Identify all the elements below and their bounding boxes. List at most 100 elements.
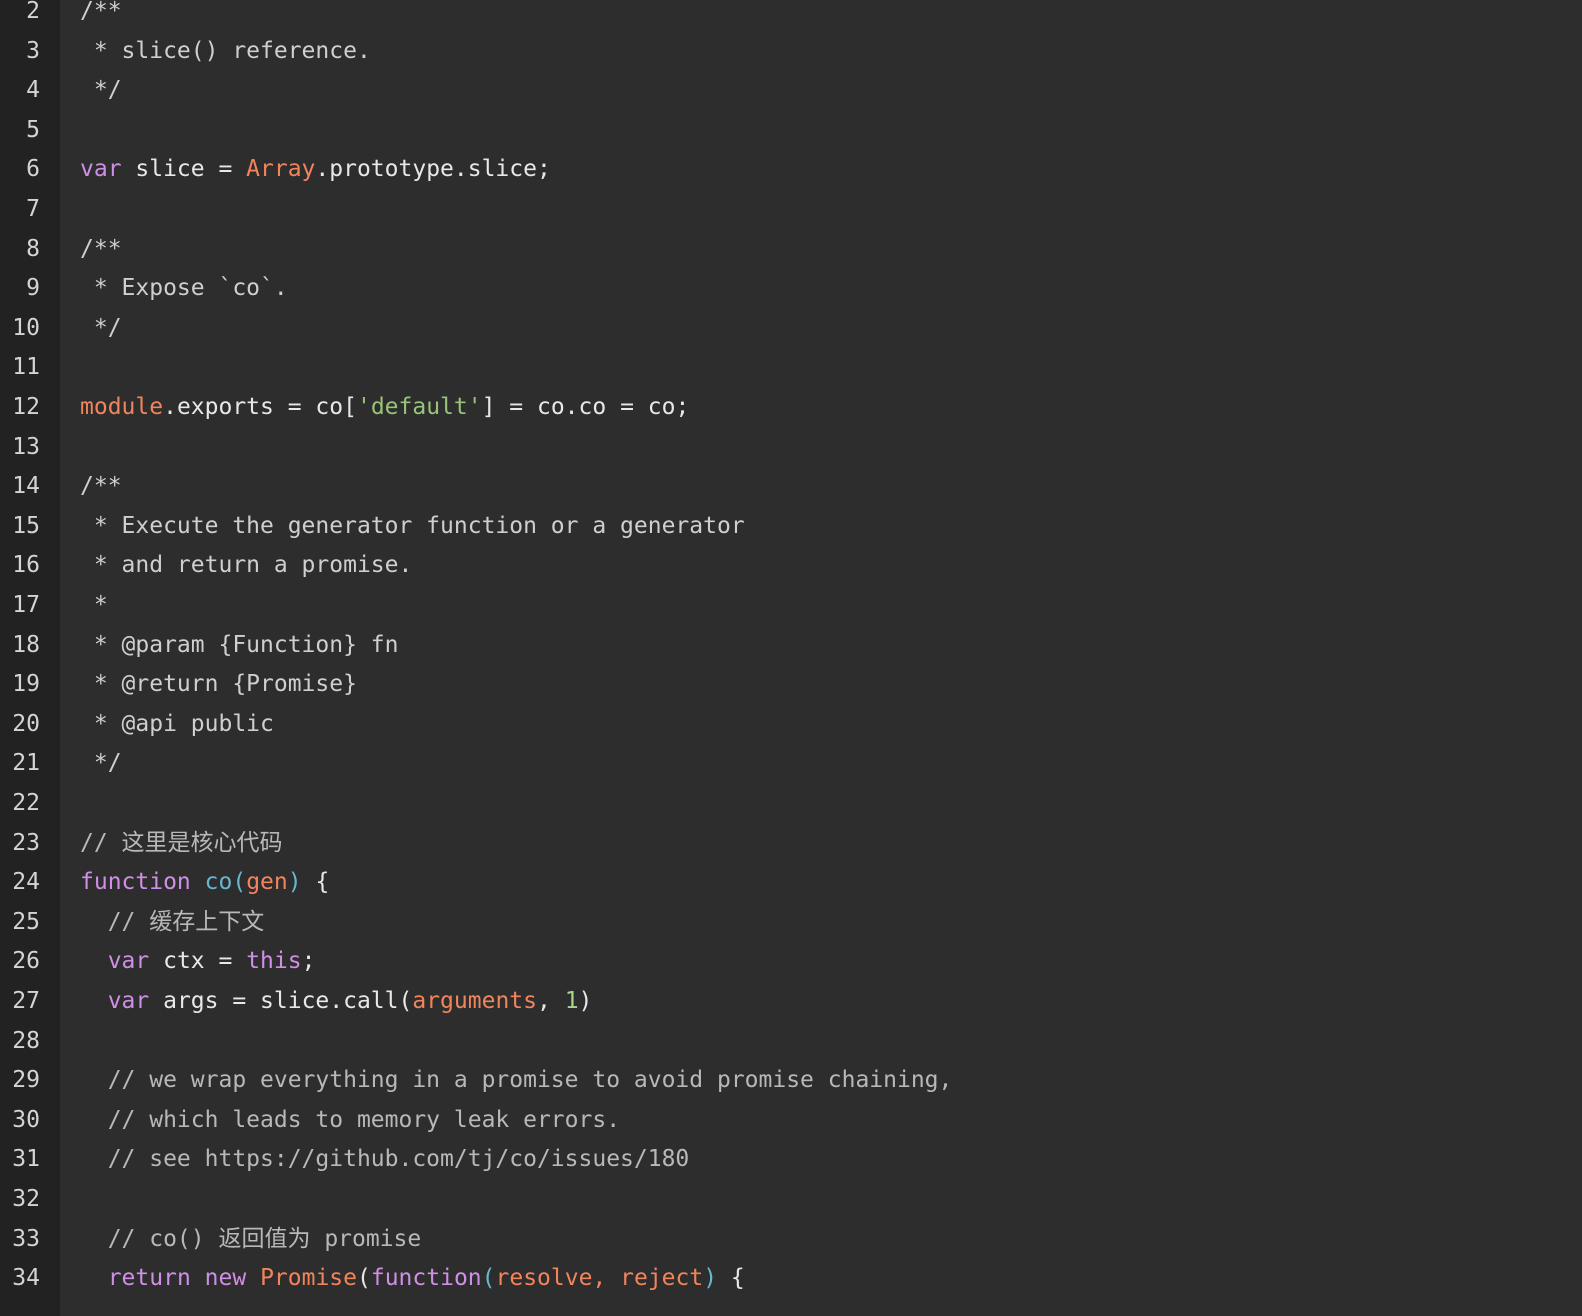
code-token: .exports = co[ — [163, 394, 357, 420]
code-token: .prototype.slice; — [315, 156, 551, 183]
line-number: 26 — [12, 948, 40, 975]
code-line[interactable]: */ — [80, 70, 122, 110]
code-line[interactable]: * @api public — [80, 704, 274, 744]
line-number: 15 — [12, 512, 40, 539]
code-line[interactable]: // co() 返回值为 promise — [80, 1219, 422, 1259]
code-line[interactable]: // see https://github.com/tj/co/issues/1… — [80, 1139, 690, 1179]
code-line[interactable]: var slice = Array.prototype.slice; — [80, 149, 551, 189]
code-token: // 缓存上下文 — [80, 908, 265, 935]
code-line[interactable]: // 这里是核心代码 — [80, 823, 283, 863]
code-token: var — [107, 948, 150, 975]
code-line[interactable]: */ — [80, 743, 122, 783]
code-token: Array — [246, 156, 316, 183]
line-number: 28 — [12, 1027, 40, 1054]
line-number: 20 — [12, 710, 40, 737]
code-token: // see https://github.com/tj/co/issues/1… — [80, 1146, 690, 1173]
code-token: slice = — [121, 156, 247, 183]
code-token: var — [80, 156, 122, 183]
code-line[interactable]: return new Promise(function(resolve, rej… — [80, 1258, 745, 1298]
code-token: args = slice.call( — [149, 988, 413, 1014]
line-number: 24 — [12, 869, 40, 896]
line-number: 25 — [12, 908, 40, 935]
line-number: 3 — [26, 37, 40, 64]
code-token: module — [80, 394, 164, 420]
line-number: 33 — [12, 1225, 40, 1252]
code-token: * slice() reference. — [80, 37, 371, 64]
code-token: * and return a promise. — [80, 552, 413, 579]
code-token: { — [301, 869, 330, 896]
code-line[interactable]: * @param {Function} fn — [80, 625, 399, 665]
line-number: 16 — [12, 552, 40, 579]
code-token: * — [80, 592, 108, 618]
line-number: 27 — [12, 988, 40, 1014]
code-token: Promise — [260, 1265, 357, 1292]
line-number: 29 — [12, 1067, 40, 1094]
code-token: ) — [578, 988, 593, 1014]
code-token: function — [80, 869, 191, 896]
line-number: 18 — [12, 631, 40, 658]
code-token: // which leads to memory leak errors. — [80, 1106, 621, 1133]
line-number: 34 — [12, 1265, 40, 1292]
code-line[interactable]: // 缓存上下文 — [80, 902, 265, 942]
line-number: 4 — [26, 77, 40, 104]
code-line[interactable]: * — [80, 585, 108, 625]
line-number: 5 — [26, 116, 40, 143]
code-token: * @api public — [80, 710, 274, 737]
code-token: ] = co.co = co; — [481, 394, 690, 420]
code-token: */ — [80, 314, 122, 341]
code-line[interactable]: */ — [80, 308, 122, 348]
code-token: 1 — [564, 988, 579, 1014]
code-token: /** — [80, 235, 122, 262]
line-number: 19 — [12, 671, 40, 698]
code-line[interactable]: function co(gen) { — [80, 862, 329, 902]
code-token: gen — [246, 869, 288, 896]
code-token: ctx = — [149, 948, 247, 975]
code-line[interactable]: var ctx = this; — [80, 941, 316, 981]
line-number: 7 — [26, 196, 40, 222]
code-token: */ — [80, 77, 122, 104]
line-number: 31 — [12, 1146, 40, 1173]
code-line[interactable]: * Expose `co`. — [80, 268, 288, 308]
line-number: 14 — [12, 473, 40, 500]
code-line[interactable]: * @return {Promise} — [80, 664, 357, 704]
line-number: 32 — [12, 1186, 40, 1212]
code-token: ; — [301, 948, 316, 975]
code-line[interactable]: * and return a promise. — [80, 545, 413, 585]
line-number: 6 — [26, 156, 40, 183]
code-token: /** — [80, 473, 122, 500]
code-token: * @param {Function} fn — [80, 631, 399, 658]
code-editor[interactable]: 2 3 4 5 6 7 8 9 10 11 12 13 14 15 16 17 18 19 20 21 22 23 24 25… — [0, 0, 1582, 1316]
line-number: 30 — [12, 1106, 40, 1133]
code-line[interactable]: * Execute the generator function or a ge… — [80, 506, 745, 546]
code-token: ) — [703, 1265, 718, 1292]
code-line[interactable]: /** — [80, 0, 122, 31]
code-line[interactable]: /** — [80, 466, 122, 506]
code-line[interactable]: * slice() reference. — [80, 31, 371, 71]
code-line[interactable]: /** — [80, 229, 122, 269]
line-number-gutter: 2 3 4 5 6 7 8 9 10 11 12 13 14 15 16 17 18 19 20 21 22 23 24 25… — [0, 0, 60, 1316]
code-line[interactable]: // which leads to memory leak errors. — [80, 1100, 620, 1140]
code-token: new — [204, 1265, 247, 1292]
code-token: , — [536, 988, 565, 1014]
code-line[interactable]: // we wrap everything in a promise to av… — [80, 1060, 953, 1100]
line-number: 13 — [12, 433, 40, 460]
code-token: // co() 返回值为 promise — [80, 1225, 422, 1252]
code-token: var — [107, 988, 150, 1014]
code-token: ( — [481, 1265, 496, 1292]
code-token: ( — [232, 869, 247, 896]
line-number: 2 — [26, 0, 40, 24]
line-number: 9 — [26, 275, 40, 302]
line-number: 22 — [12, 790, 40, 816]
code-line[interactable]: var args = slice.call(arguments, 1) — [80, 981, 593, 1021]
line-number: 17 — [12, 592, 40, 618]
code-line[interactable]: module.exports = co['default'] = co.co =… — [80, 387, 689, 427]
code-token: ) — [287, 869, 302, 896]
code-area[interactable]: /** * slice() reference. */ var slice = A… — [60, 0, 1582, 1316]
code-token: /** — [80, 0, 122, 24]
